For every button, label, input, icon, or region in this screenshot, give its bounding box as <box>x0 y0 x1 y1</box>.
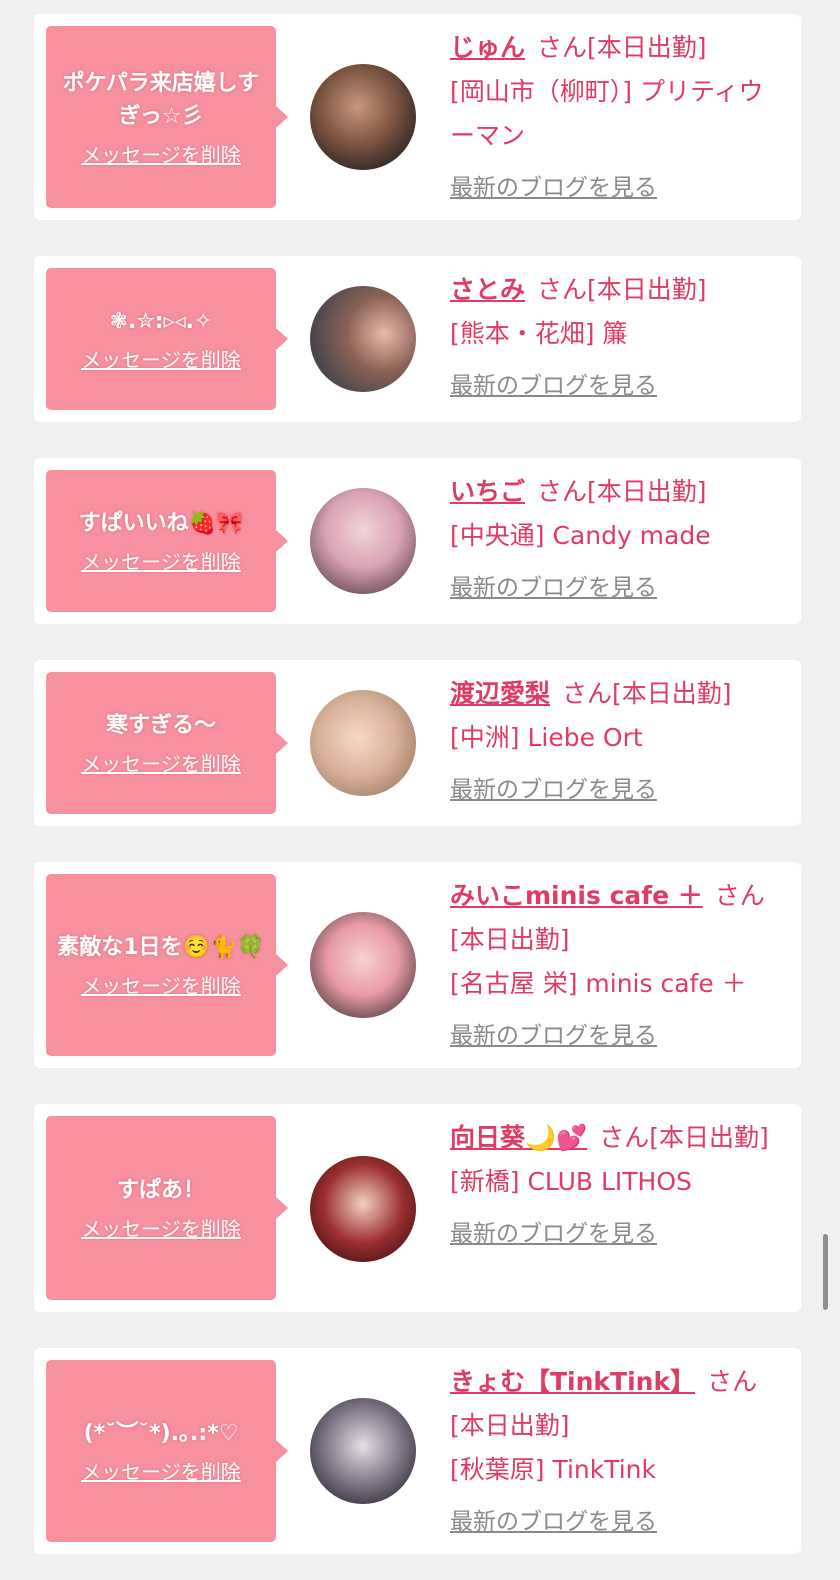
avatar[interactable] <box>310 1156 416 1262</box>
delete-message-link[interactable]: メッセージを削除 <box>81 970 241 999</box>
message-text: すぱいいね🍓🎀 <box>78 511 244 536</box>
latest-blog-link[interactable]: 最新のブログを見る <box>450 1014 657 1058</box>
cast-name-link[interactable]: きょむ【TinkTink】 <box>450 1367 695 1396</box>
message-bubble: ❃.✮:▹◃.✧ メッセージを削除 <box>46 268 288 410</box>
message-bubble: ポケパラ来店嬉しすぎっ☆彡 メッセージを削除 <box>46 26 288 208</box>
delete-message-link[interactable]: メッセージを削除 <box>81 1213 241 1242</box>
message-text: (*˘︶˘*).｡.:*♡ <box>83 1421 239 1446</box>
cast-info: いちご さん[本日出勤] [中央通] Candy made 最新のブログを見る <box>450 470 780 610</box>
status-badge: [本日出勤] <box>612 679 732 708</box>
message-card: すぱいいね🍓🎀 メッセージを削除 いちご さん[本日出勤] [中央通] Candy… <box>34 458 801 624</box>
cast-name-link[interactable]: じゅん <box>450 33 525 62</box>
latest-blog-link[interactable]: 最新のブログを見る <box>450 166 657 210</box>
delete-message-link[interactable]: メッセージを削除 <box>81 344 241 373</box>
delete-message-link[interactable]: メッセージを削除 <box>81 546 241 575</box>
status-badge: [本日出勤] <box>450 925 570 954</box>
san-label: さん <box>537 477 588 506</box>
status-badge: [本日出勤] <box>587 33 707 62</box>
avatar[interactable] <box>310 912 416 1018</box>
message-card: 素敵な1日を☺️🐈🍀 メッセージを削除 みいこminis cafe ＋ さん [本… <box>34 862 801 1068</box>
shop-location: [名古屋 栄] minis cafe ＋ <box>450 969 747 998</box>
shop-location: [秋葉原] TinkTink <box>450 1455 656 1484</box>
cast-name-link[interactable]: さとみ <box>450 275 525 304</box>
message-card: ポケパラ来店嬉しすぎっ☆彡 メッセージを削除 じゅん さん[本日出勤] [岡山市（… <box>34 14 801 220</box>
shop-location: [新橋] CLUB LITHOS <box>450 1167 692 1196</box>
cast-info: 渡辺愛梨 さん[本日出勤] [中洲] Liebe Ort 最新のブログを見る <box>450 672 780 812</box>
cast-info: きょむ【TinkTink】 さん [本日出勤] [秋葉原] TinkTink 最新… <box>450 1360 780 1544</box>
avatar[interactable] <box>310 488 416 594</box>
message-text: 素敵な1日を☺️🐈🍀 <box>57 935 265 960</box>
message-text: ポケパラ来店嬉しすぎっ☆彡 <box>62 70 260 129</box>
avatar[interactable] <box>310 286 416 392</box>
avatar[interactable] <box>310 690 416 796</box>
latest-blog-link[interactable]: 最新のブログを見る <box>450 364 657 408</box>
shop-location: [岡山市（柳町）] プリティウーマン <box>450 77 764 150</box>
san-label: さん <box>562 679 613 708</box>
san-label: さん <box>707 1367 758 1396</box>
latest-blog-link[interactable]: 最新のブログを見る <box>450 768 657 812</box>
delete-message-link[interactable]: メッセージを削除 <box>81 1456 241 1485</box>
message-card: すぱあ！ メッセージを削除 向日葵🌙💕 さん[本日出勤] [新橋] CLUB LI… <box>34 1104 801 1312</box>
message-bubble: 素敵な1日を☺️🐈🍀 メッセージを削除 <box>46 874 288 1056</box>
avatar[interactable] <box>310 64 416 170</box>
cast-info: みいこminis cafe ＋ さん [本日出勤] [名古屋 栄] minis c… <box>450 874 780 1058</box>
message-bubble: すぱいいね🍓🎀 メッセージを削除 <box>46 470 288 612</box>
shop-location: [中央通] Candy made <box>450 521 711 550</box>
san-label: さん <box>537 275 588 304</box>
latest-blog-link[interactable]: 最新のブログを見る <box>450 1500 657 1544</box>
message-bubble: 寒すぎる〜 メッセージを削除 <box>46 672 288 814</box>
latest-blog-link[interactable]: 最新のブログを見る <box>450 566 657 610</box>
scrollbar[interactable] <box>823 1234 828 1310</box>
cast-name-link[interactable]: みいこminis cafe ＋ <box>450 881 703 910</box>
message-bubble: すぱあ！ メッセージを削除 <box>46 1116 288 1300</box>
san-label: さん <box>537 33 588 62</box>
status-badge: [本日出勤] <box>450 1411 570 1440</box>
message-text: 寒すぎる〜 <box>105 713 216 738</box>
shop-location: [中洲] Liebe Ort <box>450 723 643 752</box>
cast-info: 向日葵🌙💕 さん[本日出勤] [新橋] CLUB LITHOS 最新のブログを見る <box>450 1116 780 1256</box>
cast-name-link[interactable]: 渡辺愛梨 <box>450 679 550 708</box>
message-bubble: (*˘︶˘*).｡.:*♡ メッセージを削除 <box>46 1360 288 1542</box>
avatar[interactable] <box>310 1398 416 1504</box>
message-card: 寒すぎる〜 メッセージを削除 渡辺愛梨 さん[本日出勤] [中洲] Liebe O… <box>34 660 801 826</box>
latest-blog-link[interactable]: 最新のブログを見る <box>450 1212 657 1256</box>
message-card: (*˘︶˘*).｡.:*♡ メッセージを削除 きょむ【TinkTink】 さん [… <box>34 1348 801 1554</box>
cast-name-link[interactable]: 向日葵🌙💕 <box>450 1123 587 1152</box>
delete-message-link[interactable]: メッセージを削除 <box>81 139 241 168</box>
cast-info: さとみ さん[本日出勤] [熊本・花畑] 簾 最新のブログを見る <box>450 268 780 408</box>
cast-name-link[interactable]: いちご <box>450 477 525 506</box>
message-text: すぱあ！ <box>116 1178 205 1203</box>
san-label: さん <box>714 881 765 910</box>
delete-message-link[interactable]: メッセージを削除 <box>81 748 241 777</box>
shop-location: [熊本・花畑] 簾 <box>450 319 628 348</box>
message-text: ❃.✮:▹◃.✧ <box>109 309 213 334</box>
cast-info: じゅん さん[本日出勤] [岡山市（柳町）] プリティウーマン 最新のブログを見る <box>450 26 780 210</box>
status-badge: [本日出勤] <box>649 1123 769 1152</box>
san-label: さん <box>599 1123 650 1152</box>
status-badge: [本日出勤] <box>587 477 707 506</box>
message-card: ❃.✮:▹◃.✧ メッセージを削除 さとみ さん[本日出勤] [熊本・花畑] 簾 … <box>34 256 801 422</box>
status-badge: [本日出勤] <box>587 275 707 304</box>
